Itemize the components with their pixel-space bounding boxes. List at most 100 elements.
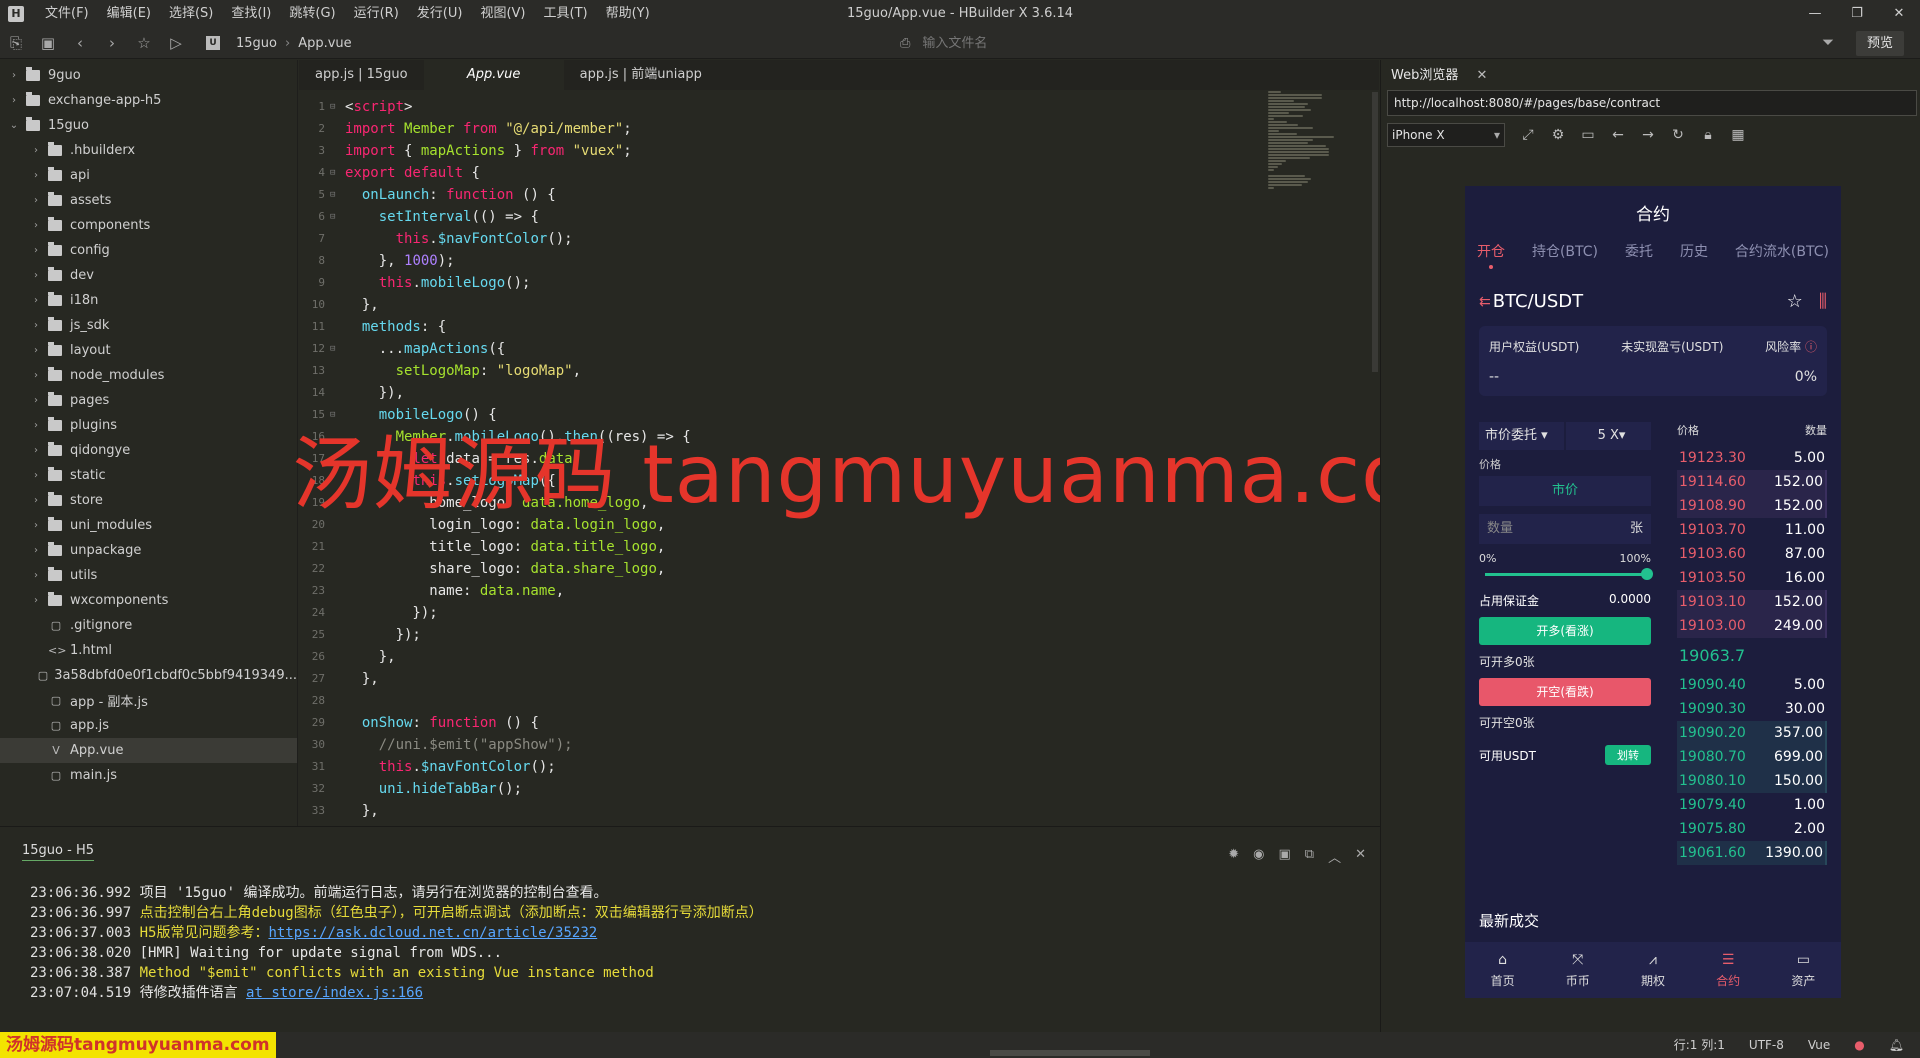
menu-item[interactable]: 帮助(Y) [597, 0, 659, 28]
open-short-button[interactable]: 开空(看跌) [1479, 678, 1651, 706]
line-number[interactable]: 24 [299, 602, 325, 624]
menu-item[interactable]: 选择(S) [160, 0, 222, 28]
settings-icon[interactable]: ⚙ [1543, 127, 1573, 143]
nav-item[interactable]: ⤧ 币币 [1566, 952, 1590, 989]
back-icon[interactable]: ← [1603, 127, 1633, 143]
code-line[interactable]: this.$navFontColor(); [345, 756, 691, 778]
chevron-right-icon[interactable]: › [30, 495, 42, 506]
tree-item[interactable]: › store [0, 488, 297, 513]
notification-bell-icon[interactable]: 🔔︎ [1889, 1032, 1904, 1058]
fold-toggle-icon[interactable]: ⊟ [330, 338, 335, 360]
open-long-button[interactable]: 开多(看涨) [1479, 617, 1651, 645]
line-number[interactable]: 1 ⊟ [299, 96, 335, 118]
tree-item[interactable]: › utils [0, 563, 297, 588]
ask-row[interactable]: 19108.90 152.00 [1677, 494, 1827, 518]
tree-item[interactable]: V App.vue [0, 738, 297, 763]
code-line[interactable]: setInterval(() => { [345, 206, 691, 228]
tree-item[interactable]: › unpackage [0, 538, 297, 563]
tree-item[interactable]: ▢ .gitignore [0, 613, 297, 638]
code-line[interactable]: }); [345, 624, 691, 646]
chevron-right-icon[interactable]: › [30, 420, 42, 431]
user-icon[interactable]: ● [1854, 1032, 1864, 1058]
code-line[interactable]: }, [345, 668, 691, 690]
file-search-input[interactable] [922, 36, 1523, 51]
restore-icon[interactable]: ❐ [1836, 0, 1878, 28]
close-icon[interactable]: ✕ [1878, 0, 1920, 28]
code-line[interactable]: this.setLogoMap({ [345, 470, 691, 492]
switch-pair-icon[interactable]: ⇇ [1479, 294, 1491, 310]
code-line[interactable]: import Member from "@/api/member"; [345, 118, 691, 140]
chevron-right-icon[interactable]: › [30, 320, 42, 331]
code-line[interactable]: ...mapActions({ [345, 338, 691, 360]
line-number[interactable]: 25 [299, 624, 325, 646]
editor-tab[interactable]: App.vue [423, 60, 564, 90]
code-line[interactable]: export default { [345, 162, 691, 184]
tree-item[interactable]: › api [0, 163, 297, 188]
bid-row[interactable]: 19079.40 1.00 [1677, 793, 1827, 817]
ask-row[interactable]: 19103.00 249.00 [1677, 614, 1827, 638]
nav-item[interactable]: ⌂ 首页 [1491, 952, 1515, 989]
bid-row[interactable]: 19090.20 357.00 [1677, 721, 1827, 745]
code-line[interactable]: import { mapActions } from "vuex"; [345, 140, 691, 162]
chevron-right-icon[interactable]: › [30, 295, 42, 306]
menu-item[interactable]: 工具(T) [535, 0, 597, 28]
stop-icon[interactable]: ◉ [1253, 847, 1264, 866]
chevron-right-icon[interactable]: › [30, 345, 42, 356]
chevron-right-icon[interactable]: › [30, 545, 42, 556]
tree-item[interactable]: ▢ 3a58dbfd0e0f1cbdf0c5bbf9419349... [0, 663, 297, 688]
close-panel-icon[interactable]: ✕ [1355, 847, 1366, 866]
cursor-position[interactable]: 行:1 列:1 [1674, 1032, 1725, 1058]
chevron-right-icon[interactable]: › [30, 520, 42, 531]
line-number[interactable]: 15 ⊟ [299, 404, 336, 426]
favorite-star-icon[interactable]: ☆ [1787, 291, 1803, 312]
order-type-select[interactable]: 市价委托 ▾ [1479, 422, 1564, 450]
chevron-right-icon[interactable]: › [30, 470, 42, 481]
minimap[interactable] [1268, 90, 1358, 260]
menu-item[interactable]: 视图(V) [471, 0, 534, 28]
line-number[interactable]: 31 [299, 756, 325, 778]
code-line[interactable]: mobileLogo() { [345, 404, 691, 426]
url-bar[interactable]: http://localhost:8080/#/pages/base/contr… [1387, 90, 1917, 116]
code-editor[interactable]: 1 ⊟ 2 3 4 ⊟ 5 ⊟ 6 ⊟ 7 8 9 10 11 12 ⊟ 13 14 15 ⊟ 16 17 18 19 20 21 2… [299, 90, 1379, 825]
chevron-right-icon[interactable]: › [30, 395, 42, 406]
line-number[interactable]: 10 [299, 294, 325, 316]
star-icon[interactable]: ☆ [128, 28, 160, 59]
bid-row[interactable]: 19090.30 30.00 [1677, 697, 1827, 721]
menu-item[interactable]: 跳转(G) [280, 0, 344, 28]
line-number[interactable]: 13 [299, 360, 325, 382]
code-line[interactable]: share_logo: data.share_logo, [345, 558, 691, 580]
chevron-right-icon[interactable]: › [30, 270, 42, 281]
line-number[interactable]: 32 [299, 778, 325, 800]
contract-tab[interactable]: 开仓 [1477, 241, 1505, 269]
tree-item[interactable]: › layout [0, 338, 297, 363]
contract-tab[interactable]: 历史 [1680, 241, 1708, 261]
fold-toggle-icon[interactable]: ⊟ [330, 206, 335, 228]
open-external-icon[interactable]: ⧉ [1305, 847, 1314, 866]
line-number[interactable]: 12 ⊟ [299, 338, 336, 360]
tree-item[interactable]: › 9guo [0, 63, 297, 88]
tree-item[interactable]: › qidongye [0, 438, 297, 463]
code-line[interactable]: this.mobileLogo(); [345, 272, 691, 294]
code-line[interactable]: setLogoMap: "logoMap", [345, 360, 691, 382]
line-number[interactable]: 23 [299, 580, 325, 602]
code-line[interactable]: <script> [345, 96, 691, 118]
new-file-icon[interactable]: ⎘ [0, 28, 32, 59]
line-number[interactable]: 16 [299, 426, 325, 448]
line-number[interactable]: 26 [299, 646, 325, 668]
menu-item[interactable]: 发行(U) [408, 0, 472, 28]
tree-item[interactable]: ▢ app - 副本.js [0, 688, 297, 713]
chevron-right-icon[interactable]: › [30, 570, 42, 581]
tree-item[interactable]: › uni_modules [0, 513, 297, 538]
line-number[interactable]: 7 [299, 228, 325, 250]
line-number[interactable]: 2 [299, 118, 325, 140]
contract-tab[interactable]: 合约流水(BTC) [1735, 241, 1829, 261]
tree-item[interactable]: ▢ main.js [0, 763, 297, 788]
nav-item[interactable]: ⩘ 期权 [1641, 952, 1665, 989]
ask-row[interactable]: 19123.30 5.00 [1677, 446, 1827, 470]
bid-row[interactable]: 19090.40 5.00 [1677, 673, 1827, 697]
code-line[interactable]: }, [345, 646, 691, 668]
chevron-right-icon[interactable]: › [30, 595, 42, 606]
reload-icon[interactable]: ↻ [1663, 127, 1693, 143]
fold-toggle-icon[interactable]: ⊟ [330, 404, 335, 426]
lock-icon[interactable]: 🔒︎ [1693, 127, 1723, 143]
